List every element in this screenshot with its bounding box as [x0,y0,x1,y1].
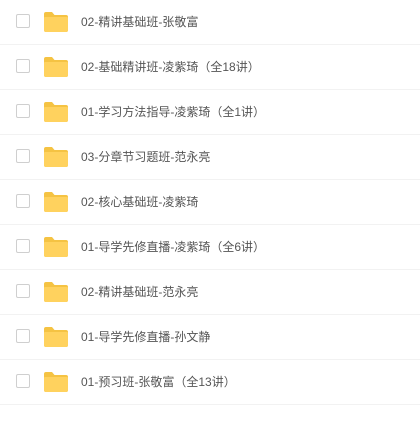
file-row[interactable]: 01-学习方法指导-凌紫琦（全1讲） [0,90,420,135]
select-checkbox[interactable] [16,374,30,388]
file-name[interactable]: 02-核心基础班-凌紫琦 [81,193,198,211]
file-name[interactable]: 02-精讲基础班-张敬富 [81,13,198,31]
select-checkbox[interactable] [16,14,30,28]
folder-icon [43,101,69,123]
file-name[interactable]: 01-导学先修直播-凌紫琦（全6讲） [81,238,265,256]
file-name[interactable]: 01-预习班-张敬富（全13讲） [81,373,236,391]
select-checkbox[interactable] [16,149,30,163]
file-row[interactable]: 01-导学先修直播-凌紫琦（全6讲） [0,225,420,270]
file-name[interactable]: 01-学习方法指导-凌紫琦（全1讲） [81,103,265,121]
file-row[interactable]: 01-预习班-张敬富（全13讲） [0,360,420,405]
file-row[interactable]: 03-分章节习题班-范永亮 [0,135,420,180]
file-row[interactable]: 02-精讲基础班-张敬富 [0,0,420,45]
folder-icon [43,11,69,33]
folder-icon [43,371,69,393]
folder-icon [43,326,69,348]
folder-icon [43,281,69,303]
file-row[interactable]: 02-精讲基础班-范永亮 [0,270,420,315]
folder-icon [43,191,69,213]
select-checkbox[interactable] [16,194,30,208]
select-checkbox[interactable] [16,59,30,73]
file-row[interactable]: 02-核心基础班-凌紫琦 [0,180,420,225]
folder-icon [43,146,69,168]
file-name[interactable]: 02-基础精讲班-凌紫琦（全18讲） [81,58,260,76]
file-row[interactable]: 01-导学先修直播-孙文静 [0,315,420,360]
file-name[interactable]: 03-分章节习题班-范永亮 [81,148,210,166]
file-list: 02-精讲基础班-张敬富 02-基础精讲班-凌紫琦（全18讲） 01-学习方法指… [0,0,420,442]
folder-icon [43,236,69,258]
folder-icon [43,56,69,78]
file-row[interactable]: 02-基础精讲班-凌紫琦（全18讲） [0,45,420,90]
select-checkbox[interactable] [16,239,30,253]
file-name[interactable]: 02-精讲基础班-范永亮 [81,283,198,301]
file-name[interactable]: 01-导学先修直播-孙文静 [81,328,210,346]
select-checkbox[interactable] [16,104,30,118]
select-checkbox[interactable] [16,284,30,298]
select-checkbox[interactable] [16,329,30,343]
